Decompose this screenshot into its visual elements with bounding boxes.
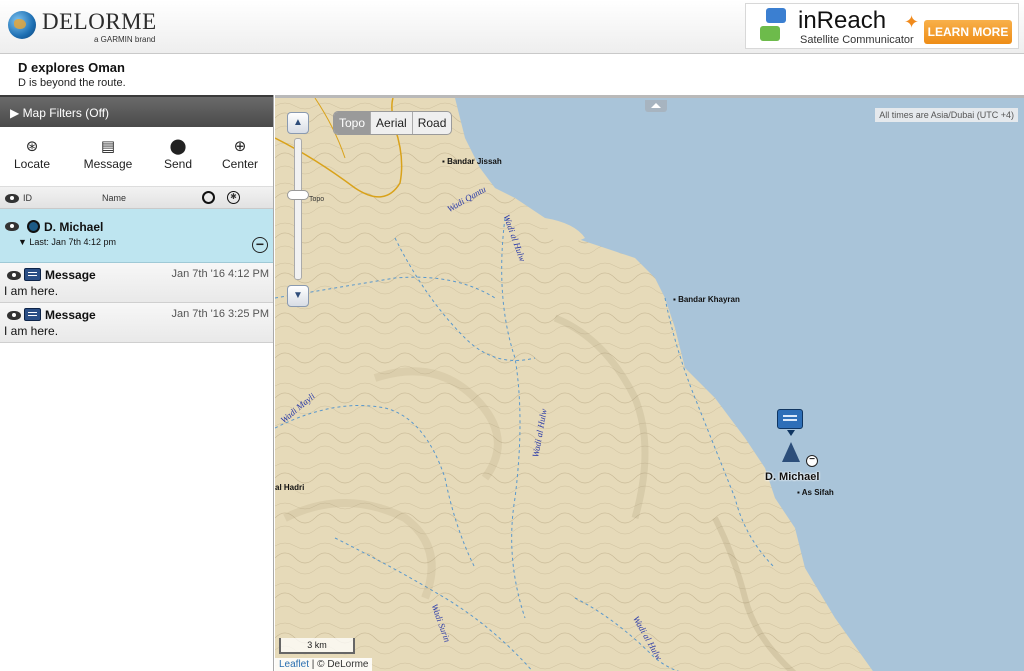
page-subtitle: D is beyond the route. [18,77,126,89]
ad-subtitle: Satellite Communicator [800,34,914,46]
eye-icon[interactable] [7,311,21,320]
crosshair-icon: ⊕ [233,138,247,155]
marker-minus-button[interactable]: − [806,455,818,467]
trip-titlebar: D explores Oman D is beyond the route. [0,55,1024,95]
zoom-level-label: Topo [309,196,325,203]
leaflet-link[interactable]: Leaflet [279,659,309,670]
marker-label: D. Michael [765,471,820,483]
send-label: Send [163,157,193,171]
message-text: I am here. [4,284,59,298]
zoom-in-button[interactable]: ▲ [287,112,309,134]
place-label: ▪ Bandar Khayran [673,295,740,304]
scale-bar: 3 km [279,638,355,654]
send-button[interactable]: ⬤ Send [148,138,208,172]
zoom-slider-track[interactable] [294,138,302,280]
zoom-slider-handle[interactable] [287,190,309,200]
message-time: Jan 7th '16 4:12 PM [171,268,270,280]
col-name[interactable]: Name [102,193,126,203]
attribution-text: | © DeLorme [309,659,369,670]
center-label: Center [221,157,259,171]
place-label: ▪ Bandar Jissah [442,157,502,166]
eye-icon[interactable] [7,271,21,280]
circle-icon[interactable] [202,191,215,204]
place-label: al Hadri [275,483,305,492]
layer-aerial-button[interactable]: Aerial [371,112,413,134]
message-icon: ▤ [100,138,116,155]
message-text: I am here. [4,324,59,338]
collapse-minus-button[interactable]: − [252,237,268,253]
message-icon [24,268,41,281]
map-message-marker-icon[interactable] [777,409,803,429]
layer-topo-button[interactable]: Topo [334,112,372,134]
message-row[interactable]: Message Jan 7th '16 3:25 PM I am here. [0,303,273,343]
logo-subtext: a GARMIN brand [94,35,156,44]
device-name: D. Michael [44,220,104,234]
toolbar: ⊛ Locate ▤ Message ⬤ Send ⊕ Center [0,127,273,187]
delorme-logo[interactable]: DELORME a GARMIN brand [8,9,178,45]
timezone-note: All times are Asia/Dubai (UTC +4) [875,108,1018,122]
message-label: Message [45,268,96,282]
device-color-icon [27,220,40,233]
layer-switcher: Topo Aerial Road [333,111,453,135]
pin-icon: ⬤ [169,138,187,155]
message-label: Message [83,157,133,171]
layer-road-button[interactable]: Road [413,112,452,134]
map-attribution: Leaflet | © DeLorme [275,658,373,671]
device-last-text: Last: Jan 7th 4:12 pm [29,237,116,247]
learn-more-button[interactable]: LEARN MORE [924,20,1012,44]
message-label: Message [45,308,96,322]
place-label: ▪ As Sifah [797,488,834,497]
zoom-out-button[interactable]: ▼ [287,285,309,307]
map-filters-toggle[interactable]: ▶ Map Filters (Off) [0,95,273,127]
collapse-header-tab[interactable] [645,100,667,112]
map-canvas[interactable]: ▲ Topo ▼ Topo Aerial Road All times are … [275,95,1024,671]
page-title: D explores Oman [18,60,125,75]
map-terrain[interactable] [275,98,1024,671]
chat-bubble-icon [766,8,786,23]
device-row[interactable]: D. Michael ▼ Last: Jan 7th 4:12 pm − [0,209,273,263]
app-header: DELORME a GARMIN brand inReach ✦ Satelli… [0,0,1024,54]
message-time: Jan 7th '16 3:25 PM [171,308,270,320]
locate-button[interactable]: ⊛ Locate [2,138,62,172]
marker-tail [787,430,795,436]
device-position-arrow-icon[interactable] [782,442,800,462]
message-row[interactable]: Message Jan 7th '16 4:12 PM I am here. [0,263,273,303]
spark-icon: ✦ [904,12,920,32]
logo-text: DELORME [42,9,157,34]
column-header: ID Name ✱ [0,187,273,209]
message-button[interactable]: ▤ Message [78,138,138,172]
place-name: Bandar Jissah [447,157,502,166]
place-name: Bandar Khayran [678,295,740,304]
ad-title: inReach [798,7,887,34]
locate-label: Locate [13,157,51,171]
globe-icon [8,11,36,39]
message-icon [24,308,41,321]
center-button[interactable]: ⊕ Center [210,138,270,172]
locate-all-icon[interactable]: ✱ [227,191,240,204]
place-name: As Sifah [801,488,834,497]
device-last-update[interactable]: ▼ Last: Jan 7th 4:12 pm [18,237,116,247]
chat-bubble-icon [760,26,780,41]
inreach-ad-banner[interactable]: inReach ✦ Satellite Communicator LEARN M… [745,3,1019,49]
eye-icon[interactable] [5,194,19,203]
col-id[interactable]: ID [23,193,32,203]
locate-icon: ⊛ [25,138,39,155]
eye-icon[interactable] [5,222,19,231]
sidebar: ▶ Map Filters (Off) ⊛ Locate ▤ Message ⬤… [0,95,274,671]
